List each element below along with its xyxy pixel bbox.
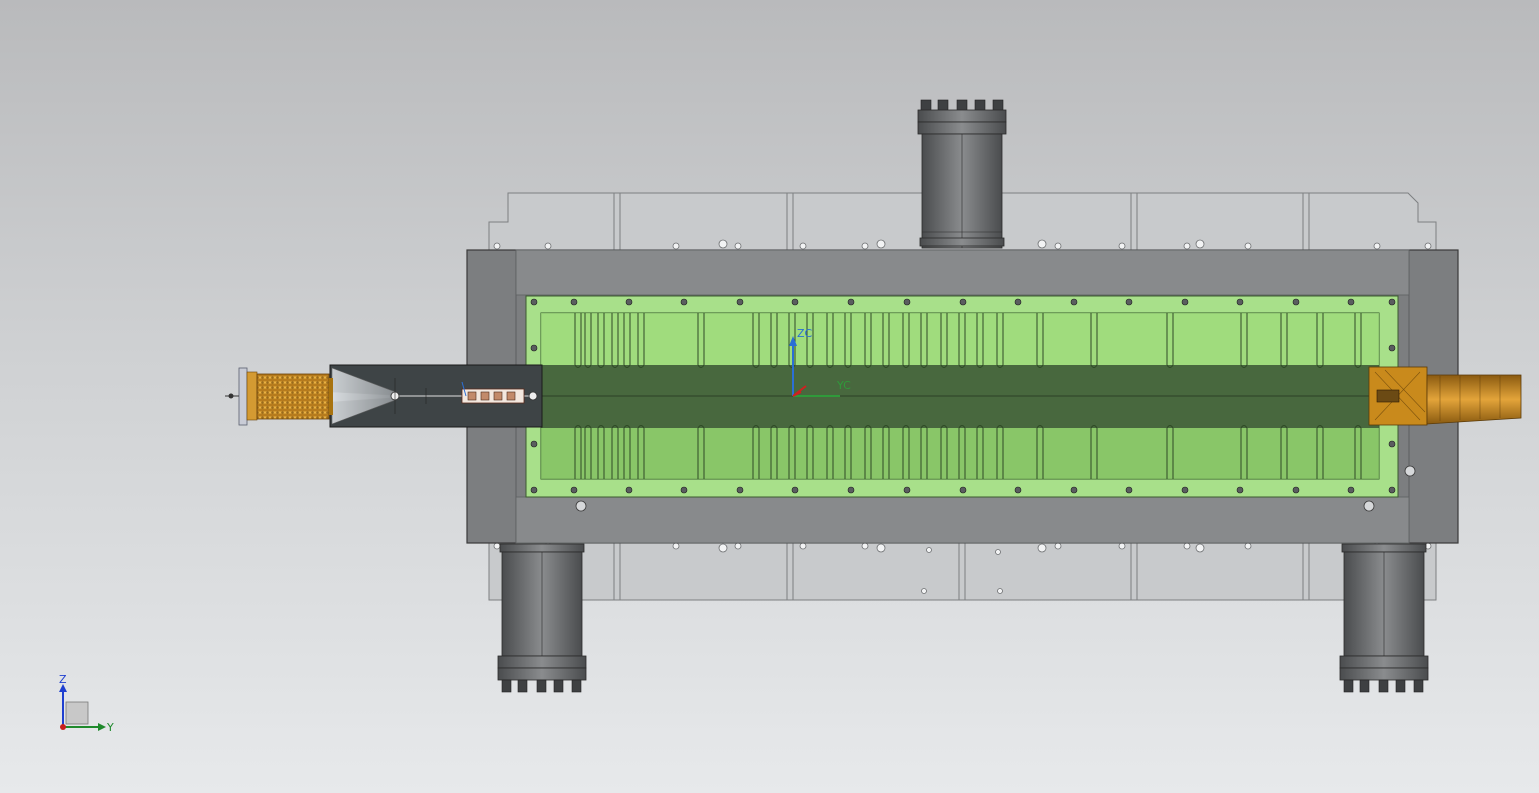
top-port xyxy=(917,99,1007,249)
triad-y-label: Y xyxy=(107,721,114,734)
model-scene[interactable] xyxy=(0,0,1539,793)
inner-chamber xyxy=(540,312,1380,480)
view-triad[interactable] xyxy=(59,684,106,731)
coil xyxy=(225,367,333,426)
csys-zc-label: ZC xyxy=(797,327,813,340)
bottom-port-left xyxy=(497,543,587,693)
output-horn xyxy=(1368,366,1522,426)
gun-assembly xyxy=(329,364,543,428)
csys-yc-label: YC xyxy=(837,379,851,392)
graphics-viewport[interactable]: ZC YC Z Y xyxy=(0,0,1539,793)
triad-z-label: Z xyxy=(59,673,67,686)
bottom-port-right xyxy=(1339,543,1429,693)
